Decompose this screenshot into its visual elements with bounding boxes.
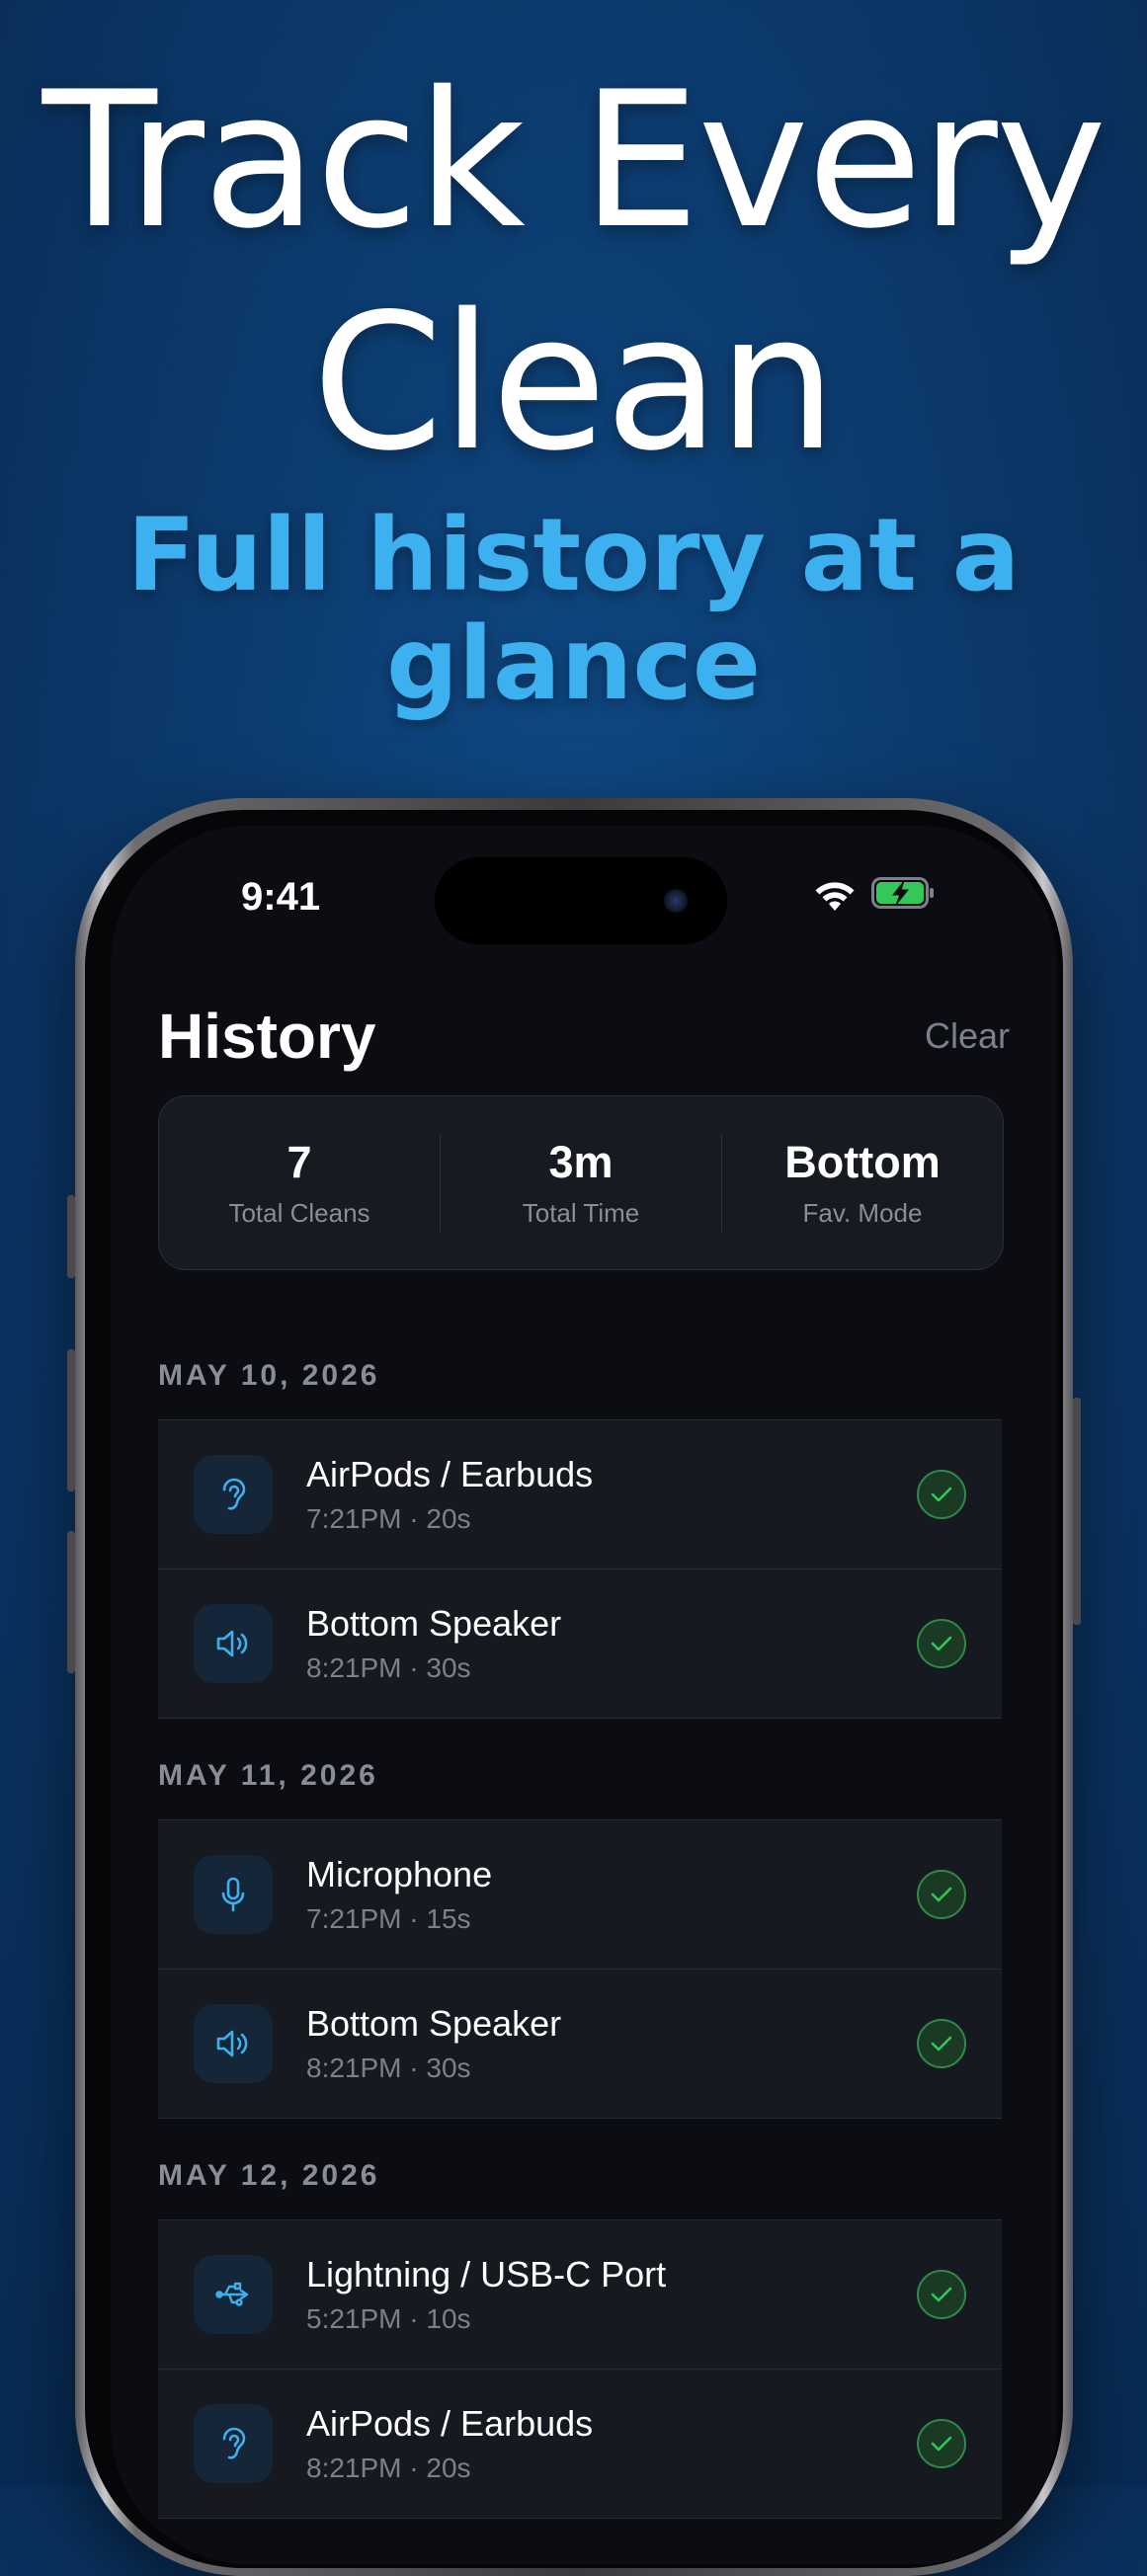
dynamic-island <box>435 857 727 944</box>
headline-line-2: Clean <box>311 274 837 492</box>
headline: Track Every Clean <box>0 49 1147 494</box>
row-title: Bottom Speaker <box>306 1603 562 1644</box>
row-subtitle: 5:21PM · 10s <box>306 2303 471 2334</box>
row-title: AirPods / Earbuds <box>306 1454 594 1494</box>
history-row[interactable]: Lightning / USB-C Port 5:21PM · 10s <box>158 2219 1002 2369</box>
stat-label: Total Time <box>522 1198 640 1228</box>
volume-up-button <box>67 1349 75 1491</box>
checkmark-icon <box>917 2270 966 2319</box>
headline-line-1: Track Every <box>41 51 1107 270</box>
row-subtitle: 8:21PM · 20s <box>306 2453 471 2483</box>
subheadline-line-2: glance <box>385 605 762 723</box>
stat-value: 3m <box>548 1137 614 1187</box>
checkmark-icon <box>917 1619 966 1668</box>
date-header: MAY 12, 2026 <box>158 2159 380 2192</box>
checkmark-icon <box>917 1870 966 1919</box>
camera-icon <box>664 889 688 913</box>
page-title: History <box>158 1001 376 1072</box>
speaker-icon <box>194 1604 273 1683</box>
history-row[interactable]: Bottom Speaker 8:21PM · 30s <box>158 1969 1002 2119</box>
wifi-icon <box>815 882 855 911</box>
stats-card: 7 Total Cleans 3m Total Time Bottom Fav.… <box>158 1095 1004 1270</box>
subheadline-line-1: Full history at a <box>126 497 1021 614</box>
action-button <box>67 1195 75 1278</box>
row-title: AirPods / Earbuds <box>306 2403 594 2444</box>
row-subtitle: 7:21PM · 15s <box>306 1903 471 1934</box>
ear-icon <box>194 2404 273 2483</box>
stat-label: Total Cleans <box>228 1198 370 1228</box>
history-group: MAY 10, 2026 AirPods / Earbuds 7:21PM · … <box>158 1356 1002 1719</box>
history-row[interactable]: AirPods / Earbuds 8:21PM · 20s <box>158 2369 1002 2519</box>
row-subtitle: 8:21PM · 30s <box>306 2053 471 2083</box>
stat-value: 7 <box>287 1137 312 1187</box>
checkmark-icon <box>917 2019 966 2068</box>
stat-total-cleans: 7 Total Cleans <box>159 1137 440 1229</box>
volume-down-button <box>67 1531 75 1673</box>
ear-icon <box>194 1455 273 1534</box>
stat-label: Fav. Mode <box>802 1198 923 1228</box>
history-group: MAY 12, 2026 Lightning / USB-C Port 5:21… <box>158 2156 1002 2519</box>
date-header: MAY 10, 2026 <box>158 1359 380 1392</box>
phone-screen: 9:41 History Clear 7 Total Cleans 3m Tot… <box>111 826 1057 2564</box>
checkmark-icon <box>917 2419 966 2468</box>
history-row[interactable]: AirPods / Earbuds 7:21PM · 20s <box>158 1419 1002 1569</box>
subheadline: Full history at a glance <box>0 502 1147 719</box>
history-row[interactable]: Microphone 7:21PM · 15s <box>158 1819 1002 1969</box>
clear-button[interactable]: Clear <box>925 1015 1010 1057</box>
row-title: Bottom Speaker <box>306 2003 562 2044</box>
stat-fav-mode: Bottom Fav. Mode <box>722 1137 1003 1229</box>
row-subtitle: 7:21PM · 20s <box>306 1503 471 1534</box>
usb-icon <box>194 2255 273 2334</box>
power-button <box>1073 1398 1081 1625</box>
row-subtitle: 8:21PM · 30s <box>306 1652 471 1683</box>
date-header: MAY 11, 2026 <box>158 1759 378 1792</box>
row-title: Microphone <box>306 1854 493 1894</box>
checkmark-icon <box>917 1470 966 1519</box>
speaker-icon <box>194 2004 273 2083</box>
history-row[interactable]: Bottom Speaker 8:21PM · 30s <box>158 1569 1002 1719</box>
stat-total-time: 3m Total Time <box>441 1137 721 1229</box>
history-group: MAY 11, 2026 Microphone 7:21PM · 15s Bot… <box>158 1756 1002 2119</box>
row-title: Lightning / USB-C Port <box>306 2254 667 2294</box>
microphone-icon <box>194 1855 273 1934</box>
status-time: 9:41 <box>241 875 321 919</box>
battery-charging-icon <box>871 877 934 909</box>
stat-value: Bottom <box>784 1137 941 1187</box>
